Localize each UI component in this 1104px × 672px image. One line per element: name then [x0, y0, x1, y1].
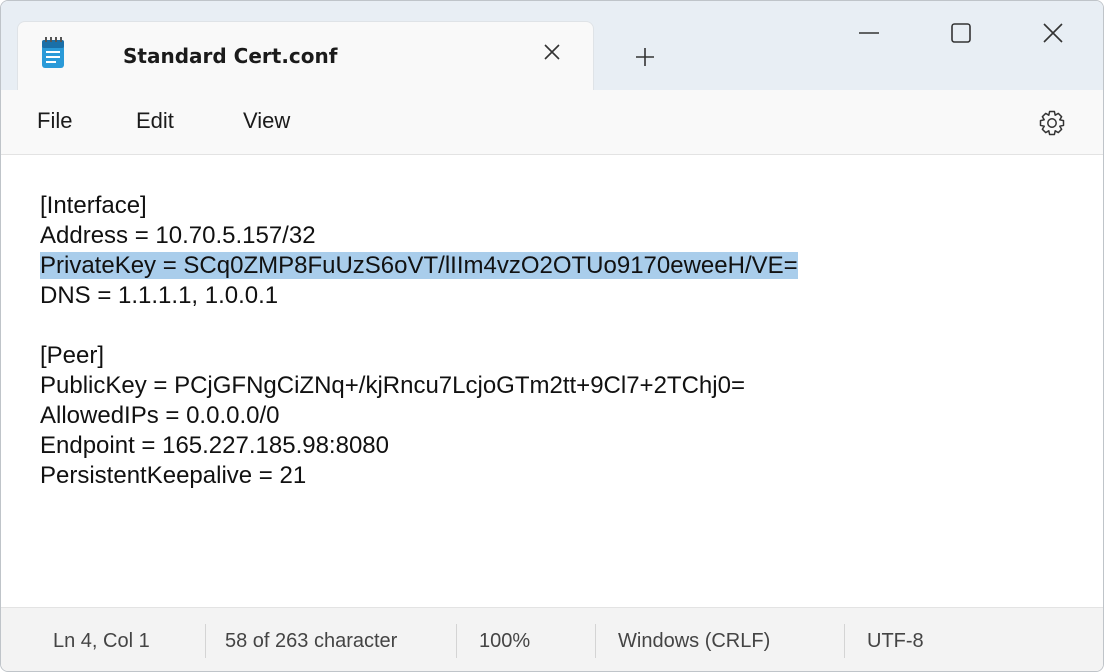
status-character-count: 58 of 263 character: [225, 630, 398, 652]
status-divider: [844, 624, 845, 658]
menu-file[interactable]: File: [37, 108, 72, 134]
notepad-icon: [42, 37, 64, 68]
maximize-button[interactable]: [915, 1, 1007, 65]
plus-icon: [636, 48, 654, 66]
tab-title: Standard Cert.conf: [123, 44, 338, 68]
editor-line[interactable]: Address = 10.70.5.157/32: [40, 221, 798, 251]
minimize-button[interactable]: [823, 1, 915, 65]
gear-icon: [1039, 110, 1065, 136]
text-editor[interactable]: [Interface] Address = 10.70.5.157/32 Pri…: [1, 155, 1103, 607]
close-window-button[interactable]: [1007, 1, 1099, 65]
status-cursor-position[interactable]: Ln 4, Col 1: [53, 630, 150, 653]
maximize-icon: [951, 23, 971, 43]
new-tab-button[interactable]: [625, 41, 665, 73]
editor-line[interactable]: DNS = 1.1.1.1, 1.0.0.1: [40, 281, 798, 311]
close-icon: [1043, 23, 1063, 43]
editor-line[interactable]: AllowedIPs = 0.0.0.0/0: [40, 401, 798, 431]
menu-edit[interactable]: Edit: [136, 108, 174, 134]
tab-close-button[interactable]: [536, 36, 568, 68]
editor-line[interactable]: Endpoint = 165.227.185.98:8080: [40, 431, 798, 461]
editor-line[interactable]: [40, 311, 798, 341]
editor-line[interactable]: [Interface]: [40, 191, 798, 221]
editor-line[interactable]: PersistentKeepalive = 21: [40, 461, 798, 491]
status-bar: Ln 4, Col 1 58 of 263 character 100% Win…: [1, 607, 1103, 671]
editor-line[interactable]: PublicKey = PCjGFNgCiZNq+/kjRncu7LcjoGTm…: [40, 371, 798, 401]
settings-button[interactable]: [1033, 104, 1071, 142]
editor-line[interactable]: [Peer]: [40, 341, 798, 371]
title-bar: Standard Cert.conf: [1, 1, 1103, 90]
status-divider: [205, 624, 206, 658]
status-divider: [595, 624, 596, 658]
editor-content[interactable]: [Interface] Address = 10.70.5.157/32 Pri…: [40, 191, 798, 491]
minimize-icon: [859, 32, 879, 34]
tab-standard-cert[interactable]: Standard Cert.conf: [17, 21, 594, 90]
close-icon: [544, 44, 560, 60]
editor-line-selected[interactable]: PrivateKey = SCq0ZMP8FuUzS6oVT/lIIm4vzO2…: [40, 251, 798, 281]
status-divider: [456, 624, 457, 658]
menu-bar: File Edit View: [1, 90, 1103, 155]
status-zoom[interactable]: 100%: [479, 630, 530, 653]
notepad-window: Standard Cert.conf File Edit View [Inter…: [0, 0, 1104, 672]
menu-view[interactable]: View: [243, 108, 290, 134]
status-line-ending[interactable]: Windows (CRLF): [618, 630, 770, 653]
status-encoding[interactable]: UTF-8: [867, 630, 924, 653]
